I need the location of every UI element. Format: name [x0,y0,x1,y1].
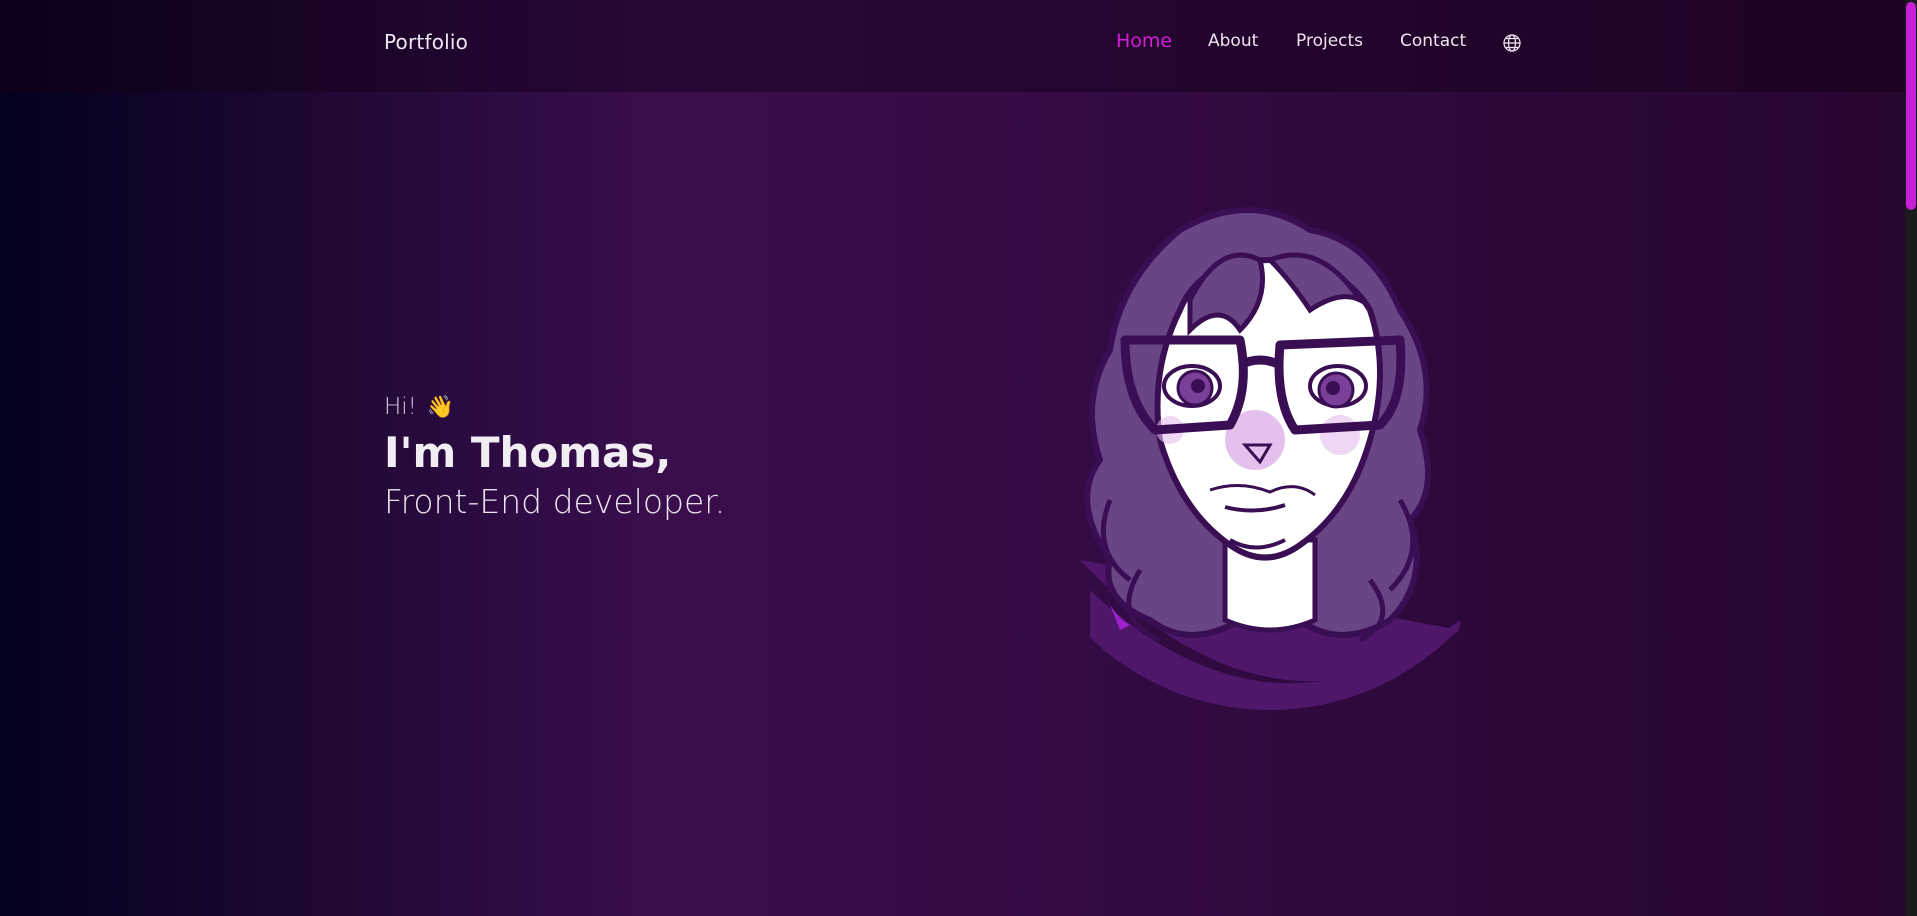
scrollbar-track[interactable] [1905,0,1917,916]
nav-link-about[interactable]: About [1208,31,1258,51]
nav-link-home[interactable]: Home [1116,30,1172,52]
nav-link-contact[interactable]: Contact [1400,31,1466,51]
nav-links: Home About Projects Contact [0,30,1905,61]
nav-link-projects[interactable]: Projects [1296,31,1363,51]
hero-name: I'm Thomas, [384,428,672,477]
avatar-illustration [1080,207,1460,710]
hero-greeting: Hi! 👋 [384,394,454,420]
hero-role: Front-End developer. [384,482,726,521]
globe-icon[interactable] [1502,33,1522,53]
greeting-text: Hi! [384,394,417,420]
navbar: Portfolio Home About Projects Contact [0,0,1905,92]
scrollbar-thumb[interactable] [1906,2,1916,210]
waving-hand-icon: 👋 [426,395,455,420]
